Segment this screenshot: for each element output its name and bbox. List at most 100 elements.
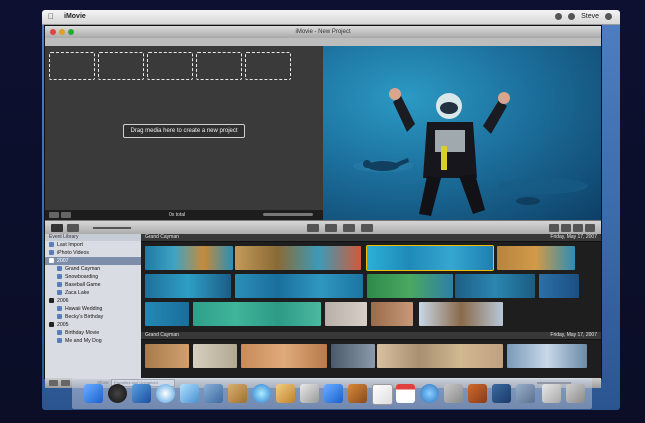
- disclosure-triangle-icon[interactable]: [49, 258, 54, 264]
- zoom-icon[interactable]: [68, 29, 74, 35]
- empty-clip-slot: [98, 52, 144, 80]
- video-clip[interactable]: [455, 274, 535, 298]
- video-clip[interactable]: [377, 344, 503, 368]
- bluetooth-icon[interactable]: [555, 13, 563, 20]
- project-zoom-slider[interactable]: [263, 213, 313, 216]
- volume-icon[interactable]: [568, 13, 576, 20]
- event-date: Friday, May 17, 2007: [550, 234, 597, 240]
- event-header: Grand Cayman Friday, May 17, 2007: [141, 234, 601, 242]
- filmstrip-row: [141, 300, 601, 326]
- safari-icon[interactable]: [156, 384, 175, 403]
- iphoto-icon[interactable]: [276, 384, 295, 403]
- video-clip[interactable]: [367, 274, 453, 298]
- documents-icon[interactable]: [542, 384, 561, 403]
- event-icon: [57, 274, 62, 280]
- video-clip[interactable]: [145, 302, 189, 326]
- idvd-icon[interactable]: [324, 384, 343, 403]
- system-preferences-icon[interactable]: [516, 384, 535, 403]
- camera-import-icon[interactable]: [51, 224, 63, 232]
- transition-icon[interactable]: [585, 224, 595, 232]
- iweb-icon[interactable]: [372, 384, 393, 405]
- video-clip[interactable]: [507, 344, 587, 368]
- calendar-icon[interactable]: [396, 384, 415, 403]
- video-clip[interactable]: [371, 302, 413, 326]
- video-clip[interactable]: [145, 274, 231, 298]
- ichat-icon[interactable]: [180, 384, 199, 403]
- library-item-iphoto-videos[interactable]: iPhoto Videos: [45, 249, 141, 257]
- library-item-2006[interactable]: 2006: [45, 297, 141, 305]
- add-project-button[interactable]: [49, 212, 59, 218]
- dashboard-icon[interactable]: [108, 384, 127, 403]
- library-item-last-import[interactable]: Last Import: [45, 241, 141, 249]
- library-item-zaca-lake[interactable]: Zaca Lake: [45, 289, 141, 297]
- spotlight-icon[interactable]: [605, 13, 612, 20]
- imovie-icon[interactable]: [300, 384, 319, 403]
- title-bar: iMovie - New Project: [45, 26, 601, 38]
- library-item-baseball-game[interactable]: Baseball Game: [45, 281, 141, 289]
- event-header: Grand Cayman Friday, May 17, 2007: [141, 332, 601, 340]
- play-event-button[interactable]: [49, 380, 58, 386]
- video-clip[interactable]: [145, 344, 189, 368]
- library-item-birthday-movie[interactable]: Birthday Movie: [45, 329, 141, 337]
- itunes-icon[interactable]: [252, 384, 271, 403]
- video-clip[interactable]: [235, 246, 361, 270]
- disclosure-triangle-icon[interactable]: [49, 298, 54, 304]
- fullscreen-button[interactable]: [61, 380, 70, 386]
- presentation-icon[interactable]: [468, 384, 487, 403]
- desktop-screen:  iMovie Steve iMovie - New Project Dr: [42, 10, 620, 410]
- library-item-me-and-my-dog[interactable]: Me and My Dog: [45, 337, 141, 345]
- video-clip[interactable]: [193, 302, 321, 326]
- diver: [389, 88, 510, 216]
- info-icon[interactable]: [361, 224, 373, 232]
- finder-icon[interactable]: [84, 384, 103, 403]
- mail-icon[interactable]: [204, 384, 223, 403]
- viewer-frame: [353, 88, 588, 216]
- video-clip[interactable]: [193, 344, 237, 368]
- library-item-snowboarding[interactable]: Snowboarding: [45, 273, 141, 281]
- library-item-2007[interactable]: 2007: [45, 257, 141, 265]
- user-name[interactable]: Steve: [581, 13, 599, 20]
- video-clip[interactable]: [235, 274, 363, 298]
- title-icon[interactable]: [573, 224, 583, 232]
- video-clip[interactable]: [497, 246, 575, 270]
- select-icon[interactable]: [307, 224, 319, 232]
- event-name: Grand Cayman: [145, 234, 179, 240]
- preview-icon[interactable]: [444, 384, 463, 403]
- library-item-grand-cayman[interactable]: Grand Cayman: [45, 265, 141, 273]
- video-clip[interactable]: [419, 302, 503, 326]
- empty-clip-slot: [147, 52, 193, 80]
- disclosure-triangle-icon[interactable]: [49, 322, 54, 328]
- network-icon[interactable]: [420, 384, 439, 403]
- import-icon: [49, 242, 54, 248]
- close-icon[interactable]: [50, 29, 56, 35]
- browser-zoom-slider[interactable]: [93, 227, 131, 229]
- app-icon[interactable]: [132, 384, 151, 403]
- audio-icon[interactable]: [343, 224, 355, 232]
- swap-icon[interactable]: [67, 224, 79, 232]
- project-footer: 0s total: [45, 210, 323, 220]
- video-clip[interactable]: [539, 274, 579, 298]
- library-item-beckys-birthday[interactable]: Becky's Birthday: [45, 313, 141, 321]
- app-menu[interactable]: iMovie: [64, 13, 86, 20]
- trash-icon[interactable]: [566, 384, 585, 403]
- apple-icon[interactable]: : [48, 12, 54, 21]
- library-item-hawaii-wedding[interactable]: Hawaii Wedding: [45, 305, 141, 313]
- video-clip[interactable]: [145, 246, 233, 270]
- xcode-icon[interactable]: [492, 384, 511, 403]
- iphoto-icon: [49, 250, 54, 256]
- video-clip[interactable]: [241, 344, 327, 368]
- project-pane[interactable]: Drag media here to create a new project: [45, 46, 323, 210]
- photo-icon[interactable]: [561, 224, 571, 232]
- library-item-2005[interactable]: 2005: [45, 321, 141, 329]
- event-icon: [57, 330, 62, 336]
- crop-icon[interactable]: [325, 224, 337, 232]
- minimize-icon[interactable]: [59, 29, 65, 35]
- play-project-button[interactable]: [61, 212, 71, 218]
- video-clip[interactable]: [331, 344, 375, 368]
- music-icon[interactable]: [549, 224, 559, 232]
- address-book-icon[interactable]: [228, 384, 247, 403]
- event-icon: [57, 290, 62, 296]
- video-clip-selected[interactable]: [366, 245, 494, 271]
- garageband-icon[interactable]: [348, 384, 367, 403]
- video-clip[interactable]: [325, 302, 367, 326]
